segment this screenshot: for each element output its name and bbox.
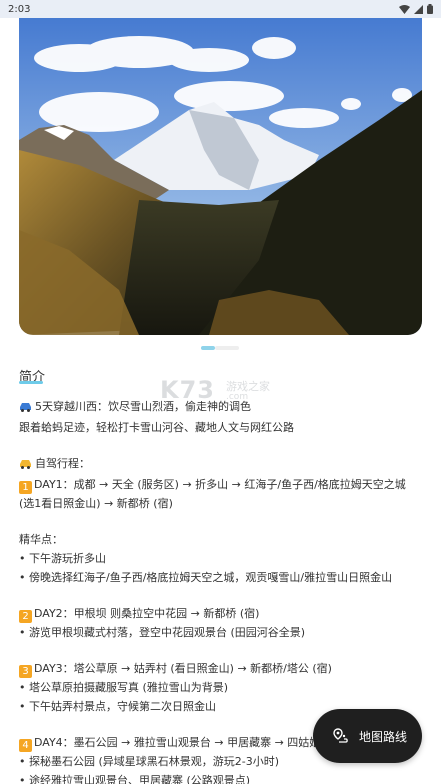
trip-heading-text: 自驾行程： (35, 457, 90, 470)
status-time: 2:03 (8, 3, 31, 15)
status-bar: 2:03 (0, 0, 441, 18)
day4-text: DAY4：墨石公园 → 雅拉雪山观景台 → 甲居藏寨 → 四姑娘山 (34, 736, 332, 749)
day2-line: 2 DAY2：甲根坝 则桑拉空中花园 → 新都桥 (宿) (19, 604, 424, 623)
highlight-item: • 塔公草原拍摄藏服写真 (雅拉雪山为背景) (19, 681, 229, 694)
signal-icon (414, 4, 423, 14)
indicator-dot (215, 346, 239, 350)
day3-line: 3 DAY3：塔公草原 → 姑弄村 (看日照金山) → 新都桥/塔公 (宿) (19, 659, 424, 678)
day2-text: DAY2：甲根坝 则桑拉空中花园 → 新都桥 (宿) (34, 607, 260, 620)
taxi-icon (19, 456, 32, 475)
gallery-page-indicator (201, 346, 239, 350)
day-number-badge: 3 (19, 665, 32, 678)
highlight-item: • 下午游玩折多山 (19, 552, 106, 565)
highlight-item: • 游览甲根坝藏式村落，登空中花园观景台 (田园河谷全景) (19, 626, 306, 639)
indicator-dot-active (201, 346, 215, 350)
wifi-icon (399, 4, 410, 14)
day-number-badge: 1 (19, 481, 32, 494)
intro-text: 5天穿越川西：饮尽雪山烈酒，偷走神的调色 (35, 400, 251, 413)
hero-image[interactable] (19, 0, 422, 335)
highlights-heading: 精华点： (19, 533, 63, 546)
day1-text: DAY1：成都 → 天全 (服务区) → 折多山 → 红海子/鱼子西/格底拉姆天… (19, 478, 406, 510)
intro-line: 跟着蛤蚂足迹，轻松打卡雪山河谷、藏地人文与网红公路 (19, 421, 294, 434)
highlight-item: • 途经雅拉雪山观景台、甲居藏寨 (公路观景点) (19, 774, 251, 784)
mountain-landscape-image (19, 0, 422, 335)
battery-icon (427, 4, 433, 14)
day3-text: DAY3：塔公草原 → 姑弄村 (看日照金山) → 新都桥/塔公 (宿) (34, 662, 332, 675)
intro-line: 5天穿越川西：饮尽雪山烈酒，偷走神的调色 (19, 397, 424, 418)
map-route-button[interactable]: 地图路线 (313, 709, 422, 763)
route-icon (333, 728, 348, 743)
map-route-label: 地图路线 (359, 729, 408, 744)
trip-heading: 自驾行程： (19, 454, 424, 475)
highlight-item: • 傍晚选择红海子/鱼子西/格底拉姆天空之城，观贡嘎雪山/雅拉雪山日照金山 (19, 571, 393, 584)
day-number-badge: 4 (19, 739, 32, 752)
section-underline (19, 381, 43, 384)
day1-line: 1 DAY1：成都 → 天全 (服务区) → 折多山 → 红海子/鱼子西/格底拉姆… (19, 475, 424, 513)
status-icons (399, 4, 433, 14)
day-number-badge: 2 (19, 610, 32, 623)
car-icon (19, 399, 32, 418)
